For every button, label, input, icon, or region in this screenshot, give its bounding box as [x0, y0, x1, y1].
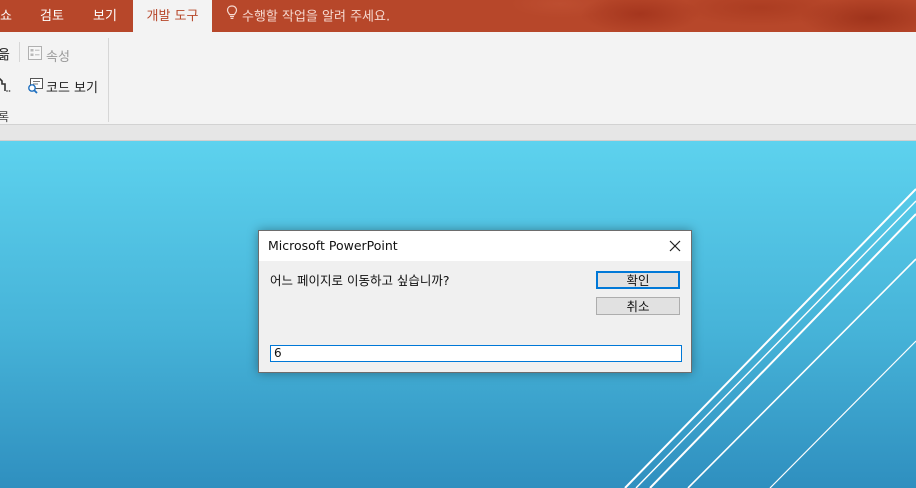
ribbon-collapse-strip — [0, 125, 916, 141]
ribbon-partial-top: 읆 — [0, 48, 10, 63]
close-icon[interactable] — [665, 236, 685, 256]
cancel-button[interactable]: 취소 — [596, 297, 680, 315]
page-number-input[interactable]: 6 — [270, 345, 682, 362]
ribbon-tab-bar: 쇼 검토 보기 개발 도구 수행할 작업을 알려 주세요. — [0, 0, 916, 32]
dialog-title: Microsoft PowerPoint — [268, 238, 398, 253]
properties-button[interactable]: 속성 — [46, 46, 70, 65]
tab-developer[interactable]: 개발 도구 — [133, 0, 212, 32]
wrench-icon[interactable] — [0, 77, 12, 96]
group-divider — [108, 38, 109, 122]
goto-page-dialog: Microsoft PowerPoint 어느 페이지로 이동하고 싶습니까? … — [258, 230, 692, 373]
dialog-titlebar[interactable]: Microsoft PowerPoint — [259, 231, 691, 261]
tab-review[interactable]: 검토 — [40, 0, 64, 32]
tab-slideshow-partial[interactable]: 쇼 — [0, 0, 12, 32]
ribbon-group-label-partial: 록 — [0, 110, 10, 124]
dialog-prompt: 어느 페이지로 이동하고 싶습니까? — [270, 273, 450, 288]
view-code-icon — [27, 77, 44, 97]
ribbon-body: 읆 록 속성 코드 보기 — [0, 32, 916, 124]
ok-button[interactable]: 확인 — [596, 271, 680, 289]
group-divider — [19, 42, 20, 62]
properties-icon — [27, 45, 43, 64]
lightbulb-icon — [226, 0, 238, 34]
tab-view[interactable]: 보기 — [93, 0, 117, 32]
tell-me-placeholder: 수행할 작업을 알려 주세요. — [242, 9, 391, 25]
view-code-button[interactable]: 코드 보기 — [46, 77, 98, 96]
tell-me-box[interactable]: 수행할 작업을 알려 주세요. — [226, 0, 390, 32]
